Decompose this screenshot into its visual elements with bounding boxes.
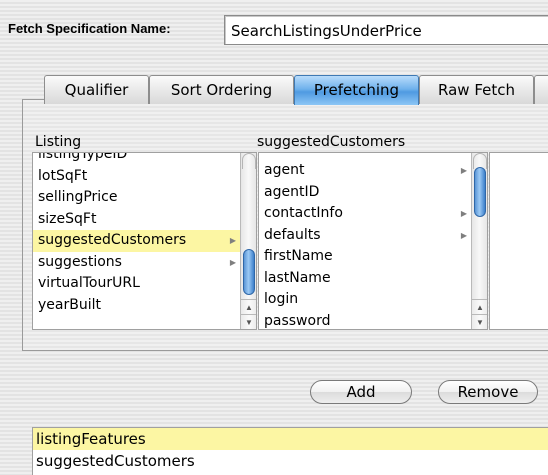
list-item[interactable]: lastName [259,268,471,290]
disclosure-arrow-icon: ▶ [460,230,467,240]
list-item[interactable]: suggestions ▶ [33,252,240,274]
list-item-label: sizeSqFt [38,210,97,227]
list-item[interactable]: lotSqFt [33,166,240,188]
list-item[interactable]: suggestedCustomers [33,450,548,472]
column-header-listing: Listing [35,134,82,150]
tab-prefetching[interactable]: Prefetching [294,75,419,105]
scroll-up-icon[interactable]: ▲ [472,299,487,314]
list-item[interactable]: sellingPrice [33,187,240,209]
list-item-label: contactInfo [264,205,343,221]
disclosure-arrow-icon: ▶ [460,166,467,175]
remove-button[interactable]: Remove [438,380,538,404]
list-item[interactable]: login [259,289,471,311]
tab-qualifier[interactable]: Qualifier [44,75,149,104]
list-item[interactable]: defaults ▶ [259,225,471,247]
list-item[interactable]: password [259,311,471,330]
scroll-down-icon[interactable]: ▼ [241,314,256,329]
list-item-label: password [264,312,331,329]
list-item-label: listingTypeID [38,152,128,162]
add-button[interactable]: Add [310,380,412,404]
list-item-label: suggestions [38,253,122,270]
list-item-label: yearBuilt [38,296,101,313]
list-item-selected[interactable]: suggestedCustomers ▶ [33,230,240,252]
list-item[interactable]: firstName [259,246,471,268]
scroll-thumb[interactable] [243,249,255,295]
column-header-suggested-customers: suggestedCustomers [257,134,406,150]
list-item-label: lastName [264,269,331,286]
tab-overflow[interactable] [534,75,548,104]
list-item-label: login [264,291,299,307]
list-item-label: firstName [264,248,333,264]
browser-column-empty[interactable] [489,152,548,330]
list-item-label: sellingPrice [38,189,118,205]
list-item[interactable]: agentID [259,182,471,204]
disclosure-arrow-icon: ▶ [460,209,467,218]
scrollbar[interactable]: ▲ ▼ [240,153,256,329]
scroll-down-icon[interactable]: ▼ [472,314,487,329]
scrollbar[interactable]: ▲ ▼ [471,153,487,329]
tab-sort-ordering[interactable]: Sort Ordering [149,75,294,104]
scrollbar-cap [242,153,256,169]
fetch-spec-name-label: Fetch Specification Name: [8,21,171,36]
list-item-label: agentID [264,183,320,200]
list-item[interactable]: sizeSqFt [33,209,240,231]
list-item[interactable]: listingTypeID [33,152,240,166]
list-item[interactable]: contactInfo ▶ [259,203,471,225]
list-item-label: suggestedCustomers [38,232,187,248]
browser-column-listing[interactable]: listingTypeID lotSqFt sellingPrice sizeS… [32,152,257,330]
list-item[interactable]: yearBuilt [33,295,240,317]
relationship-list: listingTypeID lotSqFt sellingPrice sizeS… [33,152,240,317]
list-item-label: defaults [264,226,321,243]
list-item-label: lotSqFt [38,167,88,184]
fetch-spec-name-field[interactable]: SearchListingsUnderPrice [224,15,548,45]
list-item[interactable]: agent ▶ [259,160,471,182]
tab-raw-fetch[interactable]: Raw Fetch [419,75,534,104]
disclosure-arrow-icon: ▶ [229,236,236,245]
disclosure-arrow-icon: ▶ [229,257,236,267]
browser-column-suggested-customers[interactable]: agent ▶ agentID contactInfo ▶ defaults ▶ fi… [258,152,488,330]
scroll-thumb[interactable] [474,167,486,217]
list-item-label: virtualTourURL [38,275,140,291]
list-item-label: agent [264,162,305,178]
prefetch-key-list[interactable]: listingFeatures suggestedCustomers [32,427,548,475]
list-item-selected[interactable]: listingFeatures [33,428,548,450]
relationship-list: agent ▶ agentID contactInfo ▶ defaults ▶ fi… [259,160,471,330]
scroll-up-icon[interactable]: ▲ [241,299,256,314]
list-item[interactable]: virtualTourURL [33,273,240,295]
